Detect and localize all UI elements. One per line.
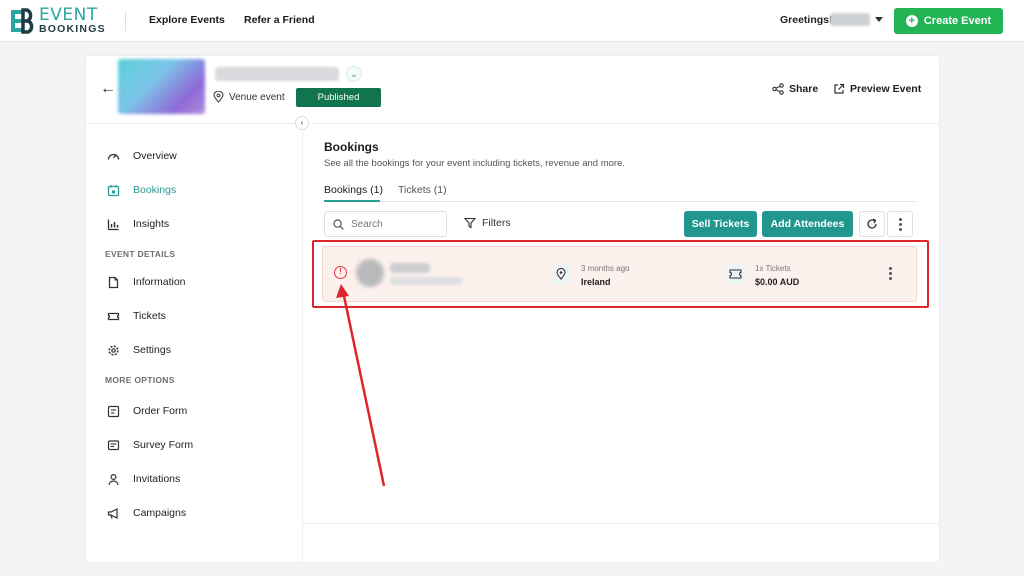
top-navbar: EVENT BOOKINGS Explore Events Refer a Fr… xyxy=(0,0,1024,42)
form-icon xyxy=(107,405,120,417)
content-bottom-divider xyxy=(303,523,940,524)
sidebar-item-insights[interactable]: Insights xyxy=(107,216,169,232)
plus-circle-icon: + xyxy=(905,15,918,27)
sidebar-item-overview[interactable]: Overview xyxy=(107,148,177,164)
collapse-sidebar-chevron-icon[interactable]: ‹ xyxy=(295,116,309,130)
user-icon xyxy=(108,473,119,485)
sidebar-item-label: Order Form xyxy=(133,405,188,417)
page-title: Bookings xyxy=(324,140,379,154)
sidebar-item-label: Settings xyxy=(133,344,171,356)
highlight-annotation-box xyxy=(312,240,929,308)
section-event-details: EVENT DETAILS xyxy=(105,249,176,259)
nav-explore-events[interactable]: Explore Events xyxy=(149,14,225,26)
sidebar-item-campaigns[interactable]: Campaigns xyxy=(107,505,186,521)
calendar-icon xyxy=(107,184,120,196)
search-input[interactable] xyxy=(351,218,431,230)
back-arrow-icon[interactable]: ← xyxy=(100,80,116,98)
search-box[interactable] xyxy=(324,211,447,237)
sell-tickets-button[interactable]: Sell Tickets xyxy=(684,211,757,237)
sidebar-item-tickets[interactable]: Tickets xyxy=(107,308,166,324)
map-pin-icon xyxy=(213,91,224,103)
section-more-options: MORE OPTIONS xyxy=(105,375,175,385)
megaphone-icon xyxy=(107,507,118,519)
user-name-redacted[interactable] xyxy=(830,13,870,26)
event-name-redacted xyxy=(215,67,339,81)
kebab-menu-icon xyxy=(898,217,902,231)
tab-tickets[interactable]: Tickets (1) xyxy=(398,184,447,196)
event-thumbnail xyxy=(118,59,205,114)
event-switch-chevron-icon[interactable]: ⌄ xyxy=(346,66,362,82)
sidebar-item-invitations[interactable]: Invitations xyxy=(107,471,180,487)
share-label: Share xyxy=(789,83,819,95)
sidebar-item-information[interactable]: Information xyxy=(107,274,186,290)
gauge-icon xyxy=(107,153,120,160)
share-icon xyxy=(772,83,784,95)
sidebar-item-label: Invitations xyxy=(133,473,181,485)
tabs-baseline xyxy=(324,201,916,202)
filters-button[interactable]: Filters xyxy=(464,217,511,229)
page-subtitle: See all the bookings for your event incl… xyxy=(324,158,626,169)
document-icon xyxy=(108,276,119,288)
preview-label: Preview Event xyxy=(850,83,922,95)
filter-icon xyxy=(464,217,476,229)
event-panel xyxy=(85,55,940,563)
greeting-text: Greetings! xyxy=(780,14,833,26)
sidebar-item-bookings[interactable]: Bookings xyxy=(107,182,176,198)
filters-label: Filters xyxy=(482,217,511,229)
external-link-icon xyxy=(834,83,845,94)
nav-divider xyxy=(125,11,126,31)
search-icon xyxy=(333,218,344,230)
ticket-icon xyxy=(107,312,120,320)
sidebar-item-label: Insights xyxy=(133,218,170,230)
sidebar-divider xyxy=(302,124,303,563)
more-options-button[interactable] xyxy=(887,211,913,237)
sidebar-item-order-form[interactable]: Order Form xyxy=(107,403,187,419)
venue-label: Venue event xyxy=(229,91,285,103)
share-button[interactable]: Share xyxy=(772,83,818,95)
logo-line-2: BOOKINGS xyxy=(39,23,106,36)
nav-refer-friend[interactable]: Refer a Friend xyxy=(244,14,315,26)
sidebar-item-label: Bookings xyxy=(133,184,177,196)
create-event-label: Create Event xyxy=(923,15,992,27)
venue-type: Venue event xyxy=(213,91,285,103)
refresh-icon xyxy=(867,218,877,229)
sidebar-item-label: Tickets xyxy=(133,310,166,322)
create-event-button[interactable]: + Create Event xyxy=(894,8,1003,34)
gear-icon xyxy=(108,344,119,356)
sidebar-item-label: Overview xyxy=(133,150,177,162)
user-menu-caret-icon[interactable] xyxy=(875,17,883,22)
published-status-button[interactable]: Published xyxy=(296,88,381,107)
sidebar-item-label: Information xyxy=(133,276,186,288)
sidebar-item-label: Campaigns xyxy=(133,507,187,519)
active-tab-indicator xyxy=(324,200,380,202)
bar-chart-icon xyxy=(107,219,119,230)
header-divider xyxy=(85,123,940,124)
sidebar-item-survey-form[interactable]: Survey Form xyxy=(107,437,193,453)
sidebar-item-settings[interactable]: Settings xyxy=(107,342,171,358)
add-attendees-button[interactable]: Add Attendees xyxy=(762,211,853,237)
preview-event-button[interactable]: Preview Event xyxy=(833,83,921,95)
logo-mark-icon xyxy=(10,8,36,34)
refresh-button[interactable] xyxy=(859,211,885,237)
survey-icon xyxy=(107,439,120,450)
event-bookings-logo[interactable]: EVENT BOOKINGS xyxy=(10,7,110,35)
sidebar-item-label: Survey Form xyxy=(133,439,194,451)
tab-bookings[interactable]: Bookings (1) xyxy=(324,184,383,196)
logo-line-1: EVENT xyxy=(39,5,98,26)
